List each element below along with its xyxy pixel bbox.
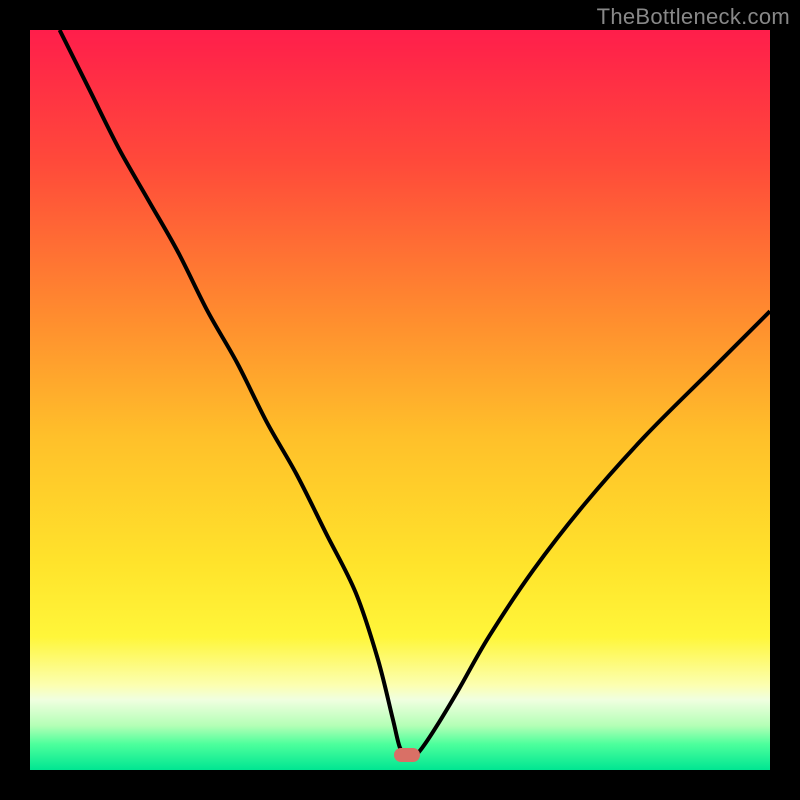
- watermark-text: TheBottleneck.com: [597, 4, 790, 30]
- chart-frame: TheBottleneck.com: [0, 0, 800, 800]
- curve-path: [60, 30, 770, 756]
- optimal-marker: [394, 748, 420, 762]
- bottleneck-curve: [30, 30, 770, 770]
- plot-area: [30, 30, 770, 770]
